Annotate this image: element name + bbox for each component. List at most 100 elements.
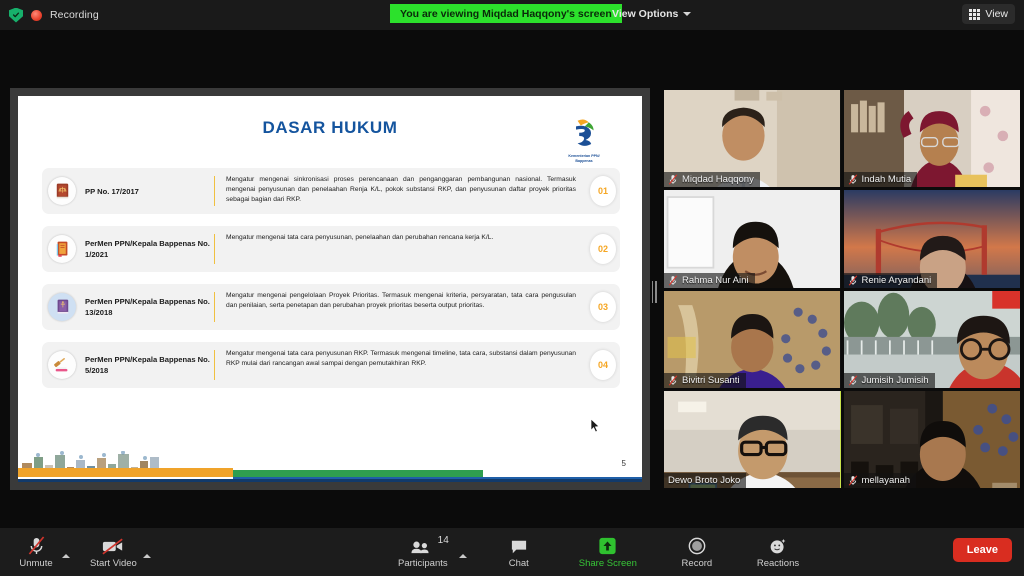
law-row: PerMen PPN/Kepala Bappenas No. 1/2021 Me… <box>42 226 620 272</box>
mic-options-chevron-up-icon[interactable] <box>62 553 70 558</box>
microphone-muted-icon <box>848 274 857 286</box>
law-row-description: Mengatur mengenai pengelolaan Proyek Pri… <box>226 292 576 310</box>
law-row-left: PerMen PPN/Kepala Bappenas No. 13/2018 <box>42 284 214 330</box>
leave-button[interactable]: Leave <box>952 538 1012 562</box>
law-row-name: PerMen PPN/Kepala Bappenas No. 13/2018 <box>85 297 210 317</box>
law-row-number-badge: 04 <box>590 350 616 380</box>
start-video-button[interactable]: Start Video <box>84 536 143 569</box>
footer-bar-orange <box>18 468 233 477</box>
law-row-number: 02 <box>586 226 620 272</box>
shield-check-icon[interactable] <box>9 7 23 23</box>
bappenas-logo: Kementerian PPN/ Bappenas <box>556 116 612 164</box>
grid-icon <box>969 8 981 20</box>
law-row-left: PerMen PPN/Kepala Bappenas No. 5/2018 <box>42 342 214 388</box>
participant-name-bar: Jumisih Jumisih <box>843 372 935 388</box>
participant-name-bar: Renie Aryandani <box>843 272 938 288</box>
top-bar: Recording You are viewing Miqdad Haqqony… <box>0 0 1024 30</box>
participants-label: Participants <box>398 558 448 569</box>
reactions-button[interactable]: Reactions <box>751 536 805 569</box>
participant-name: Indah Mutia <box>861 174 912 186</box>
meeting-toolbar: Unmute Start Video Participants 14 Chat … <box>0 528 1024 576</box>
panel-resize-handle[interactable] <box>650 278 658 306</box>
participant-tile-active-speaker[interactable]: Dewo Broto Joko <box>664 390 841 488</box>
law-row: PerMen PPN/Kepala Bappenas No. 5/2018 Me… <box>42 342 620 388</box>
participant-tile[interactable]: Miqdad Haqqony <box>664 90 841 188</box>
law-row-number-badge: 01 <box>590 176 616 206</box>
law-row-left: PerMen PPN/Kepala Bappenas No. 1/2021 <box>42 226 214 272</box>
participants-chevron-up-icon[interactable] <box>458 554 467 558</box>
unmute-label: Unmute <box>19 557 53 569</box>
record-dot-icon[interactable] <box>31 9 42 21</box>
law-row-description: Mengatur mengenai tata cara penyusunan, … <box>226 234 494 241</box>
record-button[interactable]: Record <box>671 536 723 569</box>
law-row-description: Mengatur mengenai tata cara penyusunan R… <box>215 342 586 388</box>
law-row-number: 01 <box>586 168 620 214</box>
reactions-label: Reactions <box>756 557 800 569</box>
law-row-number: 04 <box>586 342 620 388</box>
record-circle-icon <box>688 536 706 555</box>
view-layout-button[interactable]: View <box>962 4 1015 24</box>
slide-title: DASAR HUKUM <box>262 118 398 137</box>
participant-name-bar: mellayanah <box>843 473 917 488</box>
purple-book-scales-icon <box>48 293 76 321</box>
law-row-description: Mengatur mengenai sinkronisasi proses pe… <box>226 176 576 204</box>
microphone-muted-icon <box>848 375 857 386</box>
record-label: Record <box>681 557 713 569</box>
mouse-cursor-icon <box>590 418 600 433</box>
participant-name-bar: Indah Mutia <box>843 172 918 188</box>
people-icon <box>410 536 436 555</box>
participant-tile[interactable]: Indah Mutia <box>843 90 1020 188</box>
presentation-slide: DASAR HUKUM Kementerian PPN/ Bappenas PP… <box>18 96 642 482</box>
bappenas-logo-caption: Kementerian PPN/ Bappenas <box>568 154 600 163</box>
orange-book-icon <box>48 235 76 263</box>
participant-name: Jumisih Jumisih <box>861 374 929 386</box>
law-row-number-badge: 03 <box>590 292 616 322</box>
participants-count: 14 <box>437 535 449 546</box>
chat-label: Chat <box>508 557 529 569</box>
participant-name: Rahma Nur Aini <box>682 274 749 286</box>
participants-control-group[interactable]: Participants 14 <box>392 535 467 569</box>
chat-button[interactable]: Chat <box>493 536 545 569</box>
participant-name: Bivitri Susanti <box>682 374 740 386</box>
toolbar-left-group: Unmute Start Video <box>0 535 151 569</box>
smiley-reactions-icon <box>769 536 787 555</box>
microphone-muted-icon <box>848 475 857 486</box>
chevron-down-icon <box>683 11 692 16</box>
mic-control-group[interactable]: Unmute <box>10 535 70 569</box>
law-row-name: PP No. 17/2017 <box>85 186 139 196</box>
view-options-label: View Options <box>612 7 679 20</box>
law-row-number: 03 <box>586 284 620 330</box>
recording-label: Recording <box>50 9 99 21</box>
microphone-muted-icon <box>668 274 678 286</box>
participant-name-bar: Miqdad Haqqony <box>664 172 760 188</box>
participant-tile[interactable]: Rahma Nur Aini <box>664 190 841 288</box>
participant-grid: Miqdad Haqqony Indah Mutia Rahma Nur Ain… <box>664 90 1020 488</box>
view-label: View <box>985 8 1008 20</box>
law-rows-list: PP No. 17/2017 Mengatur mengenai sinkron… <box>42 168 620 400</box>
start-video-label: Start Video <box>90 557 137 569</box>
law-row-number-badge: 02 <box>590 234 616 264</box>
participant-tile[interactable]: mellayanah <box>843 390 1020 488</box>
participant-tile[interactable]: Bivitri Susanti <box>664 290 841 388</box>
chat-bubble-icon <box>510 536 528 555</box>
participant-tile[interactable]: Jumisih Jumisih <box>843 290 1020 388</box>
participant-name: mellayanah <box>861 475 911 486</box>
microphone-muted-icon <box>848 174 857 185</box>
participant-name: Dewo Broto Joko <box>668 475 741 486</box>
view-options-button[interactable]: View Options <box>604 3 699 24</box>
slide-footer: 5 <box>18 448 642 482</box>
participant-name-bar: Rahma Nur Aini <box>664 272 755 288</box>
law-book-scales-icon <box>48 177 76 205</box>
participant-name-bar: Dewo Broto Joko <box>664 473 747 488</box>
video-control-group[interactable]: Start Video <box>84 536 151 569</box>
bappenas-logo-mark <box>576 119 594 146</box>
footer-bar-green <box>233 470 483 477</box>
participant-tile[interactable]: Renie Aryandani <box>843 190 1020 288</box>
video-options-chevron-up-icon[interactable] <box>142 553 151 558</box>
unmute-button[interactable]: Unmute <box>10 535 62 569</box>
shared-screen-area[interactable]: DASAR HUKUM Kementerian PPN/ Bappenas PP… <box>10 88 650 490</box>
recording-status-group: Recording <box>0 7 99 23</box>
law-row-name: PerMen PPN/Kepala Bappenas No. 1/2021 <box>85 239 210 259</box>
law-row-name: PerMen PPN/Kepala Bappenas No. 5/2018 <box>85 355 210 375</box>
share-screen-button[interactable]: Share Screen <box>573 536 643 569</box>
